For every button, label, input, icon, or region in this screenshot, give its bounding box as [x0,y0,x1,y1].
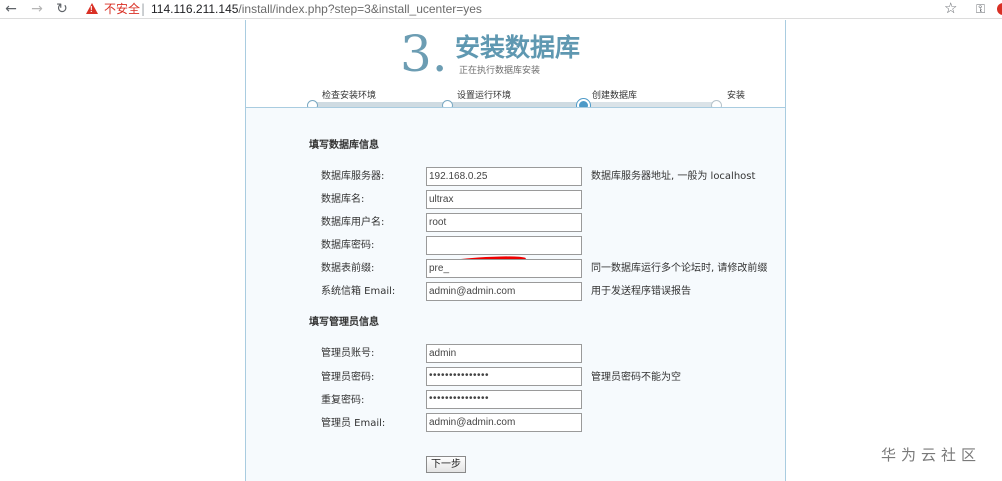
system-email-note: 用于发送程序错误报告 [591,286,691,297]
url-path: /install/index.php?step=3&install_ucente… [238,2,482,16]
url-host: 114.116.211.145 [151,2,239,16]
repeat-password-label: 重复密码: [321,395,365,406]
back-arrow-icon[interactable]: ← [3,1,19,17]
admin-password-input[interactable]: ••••••••••••••• [426,367,582,386]
db-name-input[interactable]: ultrax [426,190,582,209]
install-header: 3. 安装数据库 正在执行数据库安装 检查安装环境 设置运行环境 创建数据库 安… [246,20,785,112]
install-page: 3. 安装数据库 正在执行数据库安装 检查安装环境 设置运行环境 创建数据库 安… [245,20,786,481]
step-number: 3. [400,25,448,83]
table-prefix-label: 数据表前缀: [321,263,375,274]
reload-icon[interactable]: ↻ [54,1,70,17]
admin-password-label: 管理员密码: [321,372,375,383]
db-section-title: 填写数据库信息 [309,140,379,151]
repeat-password-input[interactable]: ••••••••••••••• [426,390,582,409]
address-bar[interactable]: 114.116.211.145/install/index.php?step=3… [151,2,482,16]
admin-password-note: 管理员密码不能为空 [591,372,681,383]
key-icon[interactable]: ⚿ [976,1,985,17]
forward-arrow-icon[interactable]: → [29,1,45,17]
system-email-label: 系统信箱 Email: [321,286,396,297]
page-title: 安装数据库 [455,33,581,62]
extension-icon[interactable] [997,3,1002,15]
admin-account-input[interactable]: admin [426,344,582,363]
db-user-input[interactable]: root [426,213,582,232]
url-separator: | [141,2,146,16]
next-step-button[interactable]: 下一步 [426,456,466,473]
bookmark-star-icon[interactable]: ☆ [944,0,957,17]
step-label-setup-env: 设置运行环境 [457,91,512,101]
db-password-label: 数据库密码: [321,240,375,251]
step-label-create-db: 创建数据库 [592,91,638,101]
admin-account-label: 管理员账号: [321,348,375,359]
step-label-install: 安装 [727,91,746,101]
table-prefix-input[interactable]: pre_ [426,259,582,278]
warning-icon[interactable]: ! [86,3,98,14]
system-email-input[interactable]: admin@admin.com [426,282,582,301]
step-label-check-env: 检查安装环境 [322,91,377,101]
db-host-note: 数据库服务器地址, 一般为 localhost [591,171,756,182]
db-host-label: 数据库服务器: [321,171,385,182]
admin-email-label: 管理员 Email: [321,418,386,429]
admin-email-input[interactable]: admin@admin.com [426,413,582,432]
install-form: 填写数据库信息 数据库服务器: 192.168.0.25 数据库服务器地址, 一… [246,107,785,481]
db-user-label: 数据库用户名: [321,217,385,228]
db-password-input[interactable] [426,236,582,255]
db-host-input[interactable]: 192.168.0.25 [426,167,582,186]
db-name-label: 数据库名: [321,194,365,205]
insecure-label[interactable]: 不安全 [104,2,140,16]
table-prefix-note: 同一数据库运行多个论坛时, 请修改前缀 [591,263,768,274]
admin-section-title: 填写管理员信息 [309,317,379,328]
browser-toolbar: ← → ↻ ! 不安全 | 114.116.211.145/install/in… [0,0,1002,19]
page-subtitle: 正在执行数据库安装 [459,66,541,76]
watermark: 华为云社区 [881,446,982,464]
